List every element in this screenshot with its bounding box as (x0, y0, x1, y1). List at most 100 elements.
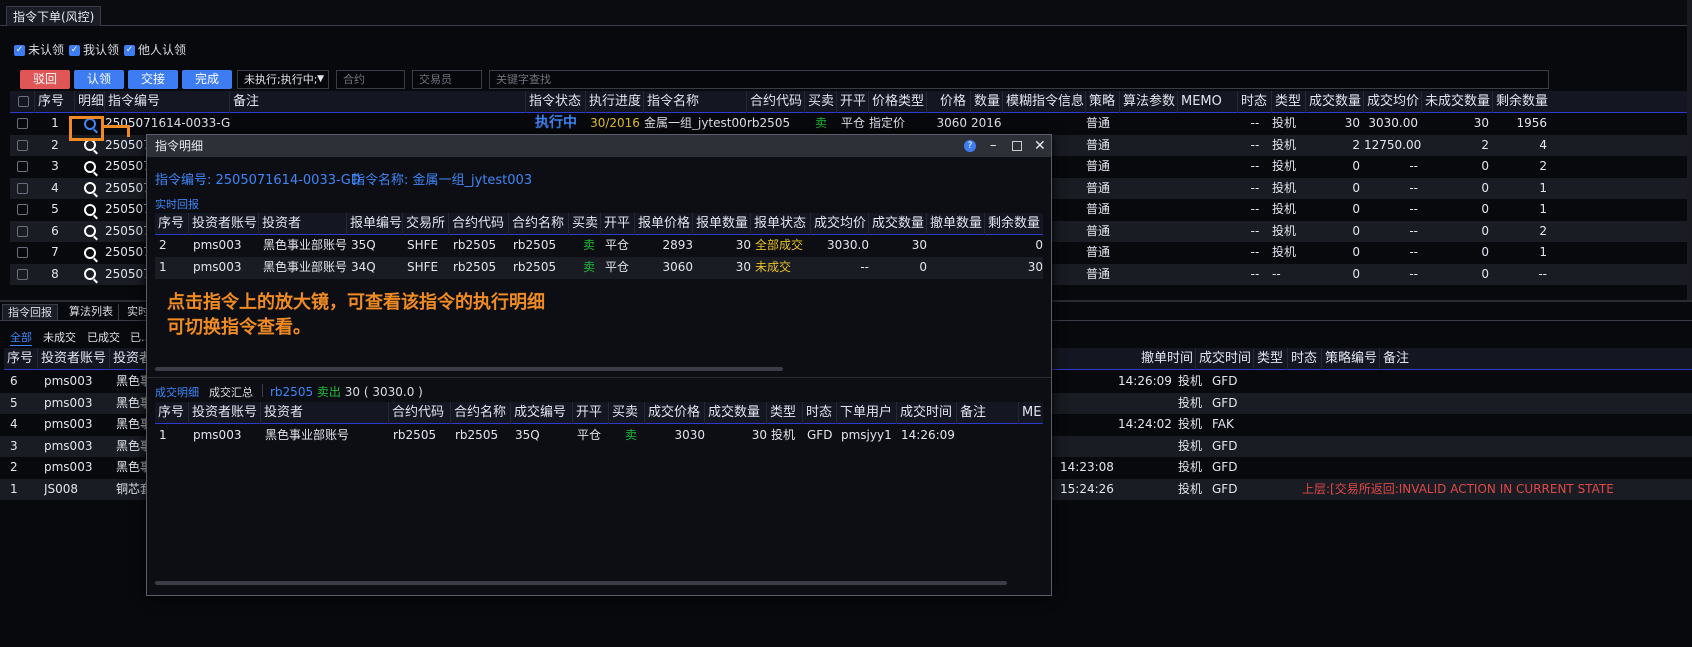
col-type[interactable]: 类型 (1272, 91, 1306, 113)
col-investor[interactable]: 投资者 (259, 213, 347, 235)
col-avg-price[interactable]: 成交均价 (811, 213, 869, 235)
magnifier-icon[interactable] (75, 264, 105, 285)
col-remain-qty[interactable]: 剩余数量 (985, 213, 1043, 235)
row-checkbox[interactable] (17, 135, 31, 156)
col-note[interactable]: 备注 (957, 402, 1019, 424)
col-cancel-time[interactable]: 撤单时间 (1138, 348, 1196, 370)
row-checkbox[interactable] (17, 199, 31, 220)
col-filled-qty[interactable]: 成交数量 (1306, 91, 1364, 113)
col-open-close[interactable]: 开平 (573, 402, 609, 424)
complete-button[interactable]: 完成 (182, 70, 232, 89)
table-row[interactable]: 1 2505071614-0033-GD 执行中 30/2016 金属一组_jytest… (10, 113, 1687, 135)
filter-unclaimed[interactable]: ✓ 未认领 (14, 41, 64, 58)
col-memo[interactable]: MEMO (1178, 91, 1238, 113)
select-all-checkbox[interactable] (10, 91, 35, 113)
col-seq[interactable]: 序号 (35, 91, 75, 113)
magnifier-icon[interactable] (75, 178, 105, 199)
col-note[interactable]: 备注 (230, 91, 526, 113)
col-qty[interactable]: 数量 (971, 91, 1003, 113)
col-contract[interactable]: 合约代码 (747, 91, 805, 113)
col-remain-qty[interactable]: 剩余数量 (1493, 91, 1551, 113)
col-user[interactable]: 下单用户 (837, 402, 897, 424)
col-account[interactable]: 投资者账号 (189, 213, 259, 235)
close-icon[interactable]: ✕ (1034, 135, 1046, 157)
row-checkbox[interactable] (17, 242, 31, 263)
help-icon[interactable]: ? (964, 140, 976, 152)
tab-order-report[interactable]: 指令回报 (2, 304, 58, 321)
table-row[interactable]: 1 pms003 黑色事业部账号 34Q SHFE rb2505 rb2505 卖平仓 3060… (155, 257, 1043, 279)
col-order-name[interactable]: 指令名称 (644, 91, 747, 113)
maximize-icon[interactable] (1012, 141, 1022, 151)
row-checkbox[interactable] (17, 178, 31, 199)
filter-mine[interactable]: ✓ 我认领 (69, 41, 119, 58)
col-investor[interactable]: 投资者 (261, 402, 389, 424)
col-investor[interactable]: 投资者 (110, 348, 150, 370)
subtab-all[interactable]: 全部 (10, 329, 32, 346)
magnifier-icon[interactable] (75, 156, 105, 177)
tab-trade-detail[interactable]: 成交明细 (155, 384, 199, 400)
col-order-no[interactable]: 报单编号 (347, 213, 403, 235)
dialog-titlebar[interactable]: 指令明细 ? – ✕ (147, 135, 1051, 157)
col-avg-price[interactable]: 成交均价 (1364, 91, 1422, 113)
col-side[interactable]: 买卖 (609, 402, 645, 424)
col-memo[interactable]: ME (1019, 402, 1043, 424)
col-type[interactable]: 类型 (1254, 348, 1288, 370)
reject-button[interactable]: 驳回 (20, 70, 70, 89)
filter-others[interactable]: ✓ 他人认领 (124, 41, 186, 58)
table-row[interactable]: 2 pms003 黑色事业部账号 35Q SHFE rb2505 rb2505 卖平仓 2893… (155, 235, 1043, 257)
horizontal-scrollbar[interactable] (155, 367, 783, 371)
minimize-icon[interactable]: – (990, 135, 997, 157)
col-open-close[interactable]: 开平 (837, 91, 869, 113)
col-open-close[interactable]: 开平 (601, 213, 635, 235)
col-cancel-qty[interactable]: 撤单数量 (927, 213, 985, 235)
col-side[interactable]: 买卖 (569, 213, 601, 235)
col-deal-no[interactable]: 成交编号 (511, 402, 573, 424)
col-contract-name[interactable]: 合约名称 (509, 213, 569, 235)
col-contract-name[interactable]: 合约名称 (451, 402, 511, 424)
col-strategy-id[interactable]: 策略编号 (1322, 348, 1380, 370)
subtab-unfilled[interactable]: 未成交 (43, 329, 76, 345)
col-deal-time[interactable]: 成交时间 (1196, 348, 1254, 370)
table-row[interactable]: 1 pms003 黑色事业部账号 rb2505 rb2505 35Q 平仓卖 3030 30 投机… (155, 425, 1043, 447)
col-contract[interactable]: 合约代码 (449, 213, 509, 235)
col-status[interactable]: 指令状态 (526, 91, 586, 113)
tab-trade-summary[interactable]: 成交汇总 (209, 384, 253, 400)
col-filled-qty[interactable]: 成交数量 (869, 213, 927, 235)
row-checkbox[interactable] (17, 113, 31, 134)
tab-order-risk[interactable]: 指令下单(风控) (6, 6, 102, 26)
col-exchange[interactable]: 交易所 (403, 213, 449, 235)
trader-input[interactable]: 交易员 (412, 70, 482, 89)
magnifier-icon[interactable] (75, 242, 105, 263)
col-fuzzy-info[interactable]: 模糊指令信息 (1003, 91, 1086, 113)
col-type[interactable]: 类型 (767, 402, 803, 424)
col-deal-price[interactable]: 成交价格 (645, 402, 705, 424)
col-order-id[interactable]: 指令编号 (105, 91, 230, 113)
col-detail[interactable]: 明细 (75, 91, 105, 113)
col-strategy[interactable]: 策略 (1086, 91, 1120, 113)
claim-button[interactable]: 认领 (74, 70, 124, 89)
col-deal-time[interactable]: 成交时间 (897, 402, 957, 424)
col-contract[interactable]: 合约代码 (389, 402, 451, 424)
col-progress[interactable]: 执行进度 (586, 91, 644, 113)
col-order-qty[interactable]: 报单数量 (693, 213, 751, 235)
horizontal-scrollbar[interactable] (155, 581, 1007, 585)
col-account[interactable]: 投资者账号 (189, 402, 261, 424)
contract-input[interactable]: 合约 (336, 70, 405, 89)
col-unfilled-qty[interactable]: 未成交数量 (1422, 91, 1493, 113)
col-tif[interactable]: 时态 (803, 402, 837, 424)
col-seq[interactable]: 序号 (155, 213, 189, 235)
magnifier-icon[interactable] (75, 199, 105, 220)
row-checkbox[interactable] (17, 221, 31, 242)
row-checkbox[interactable] (17, 156, 31, 177)
col-order-price[interactable]: 报单价格 (635, 213, 693, 235)
col-deal-qty[interactable]: 成交数量 (705, 402, 767, 424)
col-tif[interactable]: 时态 (1238, 91, 1272, 113)
magnifier-icon[interactable] (75, 221, 105, 242)
col-tif[interactable]: 时态 (1288, 348, 1322, 370)
col-price[interactable]: 价格 (927, 91, 971, 113)
handover-button[interactable]: 交接 (128, 70, 178, 89)
col-order-status[interactable]: 报单状态 (751, 213, 811, 235)
status-select[interactable]: 未执行;执行中; ▼ (237, 70, 329, 89)
col-note[interactable]: 备注 (1380, 348, 1680, 370)
col-side[interactable]: 买卖 (805, 91, 837, 113)
